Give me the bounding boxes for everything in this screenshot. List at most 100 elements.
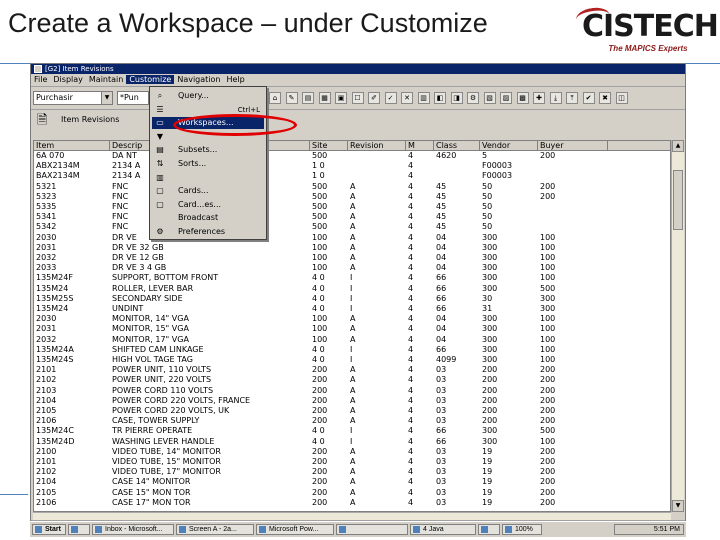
table-row[interactable]: 135M24F SUPPORT, BOTTOM FRONT 4 0 I 4 66 300 10… xyxy=(34,273,670,283)
toolbar-button-icon[interactable]: ⌂ xyxy=(269,92,281,104)
table-row[interactable]: 135M24A SHIFTED CAM LINKAGE 4 0 I 4 66 300 100 xyxy=(34,345,670,355)
window-titlebar[interactable]: [G2] Item Revisions xyxy=(31,64,685,74)
taskbar-item[interactable]: Microsoft Pow... xyxy=(256,524,334,535)
menu-item-preferences[interactable]: ⚙ Preferences xyxy=(152,226,264,238)
menu-help[interactable]: Help xyxy=(223,75,247,84)
table-row[interactable]: 2033 DR VE 3 4 GB 100 A 4 04 300 100 xyxy=(34,263,670,273)
toolbar-button-icon[interactable]: ◨ xyxy=(450,92,463,104)
category-select[interactable]: Purchasir ▼ xyxy=(33,91,113,105)
table-row[interactable]: 135M24 ROLLER, LEVER BAR 4 0 I 4 66 300 500 xyxy=(34,284,670,294)
table-row[interactable]: 2104 POWER CORD 220 VOLTS, FRANCE 200 A 4 03 2… xyxy=(34,396,670,406)
toolbar-button-icon[interactable]: ◧ xyxy=(434,92,446,104)
table-row[interactable]: 2103 POWER CORD 110 VOLTS 200 A 4 03 200 200 xyxy=(34,386,670,396)
table-row[interactable]: 2100 VIDEO TUBE, 14" MONITOR 200 A 4 03 19 200 xyxy=(34,446,670,457)
toolbar-button-icon[interactable]: ▤ xyxy=(302,92,314,104)
table-row[interactable]: 2030 MONITOR, 14" VGA 100 A 4 04 300 100 xyxy=(34,314,670,324)
table-row[interactable]: 2105 CASE 15" MON TOR 200 A 4 03 19 200 xyxy=(34,488,670,498)
menu-item-cards[interactable]: ▢ Cards... xyxy=(152,185,264,197)
table-row[interactable]: 135M24C TR PIERRE OPERATE 4 0 I 4 66 300 500 xyxy=(34,426,670,436)
menu-maintain[interactable]: Maintain xyxy=(86,75,126,84)
column-header[interactable]: Class xyxy=(434,141,480,151)
menu-item-card-es[interactable]: ▢ Card...es... xyxy=(152,199,264,211)
table-row[interactable]: 2031 DR VE 32 GB 100 A 4 04 300 100 xyxy=(34,243,670,253)
table-row[interactable]: 2032 DR VE 12 GB 100 A 4 04 300 100 xyxy=(34,253,670,263)
toolbar-button-icon[interactable]: ✕ xyxy=(401,92,413,104)
table-row[interactable]: BAX2134M 2134 A1 0 4 F00003 xyxy=(34,171,670,181)
menu-customize[interactable]: Customize xyxy=(126,75,175,84)
scroll-up-icon[interactable]: ▲ xyxy=(672,140,684,152)
toolbar-button-icon[interactable]: ▨ xyxy=(500,92,512,104)
table-row[interactable]: 2104 CASE 14" MONITOR 200 A 4 03 19 200 xyxy=(34,477,670,487)
toolbar-button-icon[interactable]: ✖ xyxy=(599,92,611,104)
toolbar-button-icon[interactable]: ✚ xyxy=(533,92,545,104)
menu-item-broadcast[interactable]: Broadcast xyxy=(152,212,264,224)
table-row[interactable]: 5323 FNC 500 A 4 45 50 200 xyxy=(34,192,670,202)
menu-item-query[interactable]: ⌕ Query... xyxy=(152,90,264,102)
table-cell xyxy=(168,396,236,406)
toolbar-button-icon[interactable]: ✔ xyxy=(582,92,595,104)
scroll-thumb[interactable] xyxy=(673,170,683,230)
table-cell: 200 xyxy=(312,365,328,375)
toolbar-button-icon[interactable]: ▩ xyxy=(516,92,529,104)
toolbar-button-icon[interactable]: ⤓ xyxy=(549,92,562,104)
taskbar-item[interactable]: 100% xyxy=(502,524,542,535)
taskbar-item[interactable]: Inbox - Microsoft... xyxy=(92,524,174,535)
vertical-scrollbar[interactable]: ▲ ▼ xyxy=(671,140,684,512)
table-row[interactable]: 2102 VIDEO TUBE, 17" MONITOR 200 A 4 03 19 200 xyxy=(34,467,670,477)
table-row[interactable]: 2101 POWER UNIT, 110 VOLTS 200 A 4 03 200 200 xyxy=(34,365,670,375)
toolbar-button-icon[interactable]: ⤒ xyxy=(566,92,578,104)
menu-item-sorts[interactable]: ⇅ Sorts... xyxy=(152,158,264,170)
table-row[interactable]: 6A 070 DA NT 500 4 4620 5 200 xyxy=(34,151,670,161)
toolbar-button-icon[interactable]: ⚙ xyxy=(467,92,479,104)
table-row[interactable]: 2101 VIDEO TUBE, 15" MONITOR 200 A 4 03 19 200 xyxy=(34,457,670,467)
taskbar-item[interactable]: Screen A - 2a... xyxy=(176,524,254,535)
chevron-down-icon[interactable]: ▼ xyxy=(101,92,112,104)
menu-display[interactable]: Display xyxy=(50,75,86,84)
toolbar-button-icon[interactable]: ◫ xyxy=(615,92,628,104)
table-row[interactable]: 2031 MONITOR, 15" VGA 100 A 4 04 300 100 xyxy=(34,324,670,334)
table-row[interactable]: 2032 MONITOR, 17" VGA 100 A 4 04 300 100 xyxy=(34,335,670,345)
toolbar-button-icon[interactable]: ▦ xyxy=(318,92,331,104)
menu-item-unlabeled[interactable]: ▥ xyxy=(152,172,264,184)
scroll-down-icon[interactable]: ▼ xyxy=(672,500,684,512)
table-row[interactable]: 5341 FNC 500 A 4 45 50 xyxy=(34,212,670,222)
column-header[interactable]: M xyxy=(406,141,434,151)
column-header[interactable]: Site xyxy=(310,141,348,151)
table-row[interactable]: 135M25S SECONDARY SIDE 4 0 I 4 66 30 300 xyxy=(34,294,670,304)
toolbar-button-icon[interactable]: ✐ xyxy=(368,92,380,104)
customize-menu: ⌕ Query... ☰ Ctrl+L ▭ Workspaces... ▼ ▤ Subsets.… xyxy=(149,86,267,240)
table-row[interactable]: 2102 POWER UNIT, 220 VOLTS 200 A 4 03 200 200 xyxy=(34,375,670,385)
menu-file[interactable]: File xyxy=(31,75,50,84)
table-row[interactable]: 2030 DR VE 100 A 4 04 300 100 xyxy=(34,233,670,243)
table-row[interactable]: 135M24 UNDINT 4 0 I 4 66 31 300 xyxy=(34,304,670,314)
taskbar-item[interactable] xyxy=(336,524,408,535)
table-row[interactable]: 5342 FNC 500 A 4 45 50 xyxy=(34,222,670,232)
toolbar-button-icon[interactable]: ✓ xyxy=(384,92,397,104)
taskbar-item[interactable]: 4 Java xyxy=(410,524,476,535)
table-row[interactable]: ABX2134M 2134 A1 0 4 F00003 xyxy=(34,161,670,171)
table-row[interactable]: 2106 CASE, TOWER SUPPLY 200 A 4 03 200 200 xyxy=(34,416,670,426)
menu-item-subsets[interactable]: ▤ Subsets... xyxy=(152,144,264,156)
table-row[interactable]: 135M24S HIGH VOL TAGE TAG 4 0 I 4 4099 300 100 xyxy=(34,355,670,365)
column-header[interactable]: Buyer xyxy=(538,141,608,151)
column-header[interactable]: Item xyxy=(34,141,110,151)
start-button[interactable]: Start xyxy=(32,524,66,535)
table-row[interactable]: 5335 FNC 500 A 4 45 50 xyxy=(34,202,670,212)
tab-item-revisions[interactable]: Item Revisions xyxy=(61,115,119,124)
toolbar-button-icon[interactable]: ☐ xyxy=(351,92,364,104)
search-field[interactable]: *Pun xyxy=(117,91,149,105)
menu-navigation[interactable]: Navigation xyxy=(174,75,223,84)
table-row[interactable]: 5321 FNC 500 A 4 45 50 200 xyxy=(34,182,670,192)
column-header[interactable]: Revision xyxy=(348,141,406,151)
table-row[interactable]: 135M24D WASHING LEVER HANDLE 4 0 I 4 66 300 100 xyxy=(34,437,670,447)
toolbar-button-icon[interactable]: ▧ xyxy=(483,92,496,104)
column-header[interactable]: Vendor xyxy=(480,141,538,151)
table-row[interactable]: 2106 CASE 17" MON TOR 200 A 4 03 19 200 xyxy=(34,498,670,508)
taskbar-item[interactable] xyxy=(478,524,500,535)
toolbar-button-icon[interactable]: ▣ xyxy=(335,92,347,104)
taskbar-item[interactable] xyxy=(68,524,90,535)
toolbar-button-icon[interactable]: ✎ xyxy=(285,92,298,104)
toolbar-button-icon[interactable]: ▥ xyxy=(417,92,430,104)
table-cell: 200 xyxy=(540,446,556,456)
table-row[interactable]: 2105 POWER CORD 220 VOLTS, UK 200 A 4 03 200 20… xyxy=(34,406,670,416)
